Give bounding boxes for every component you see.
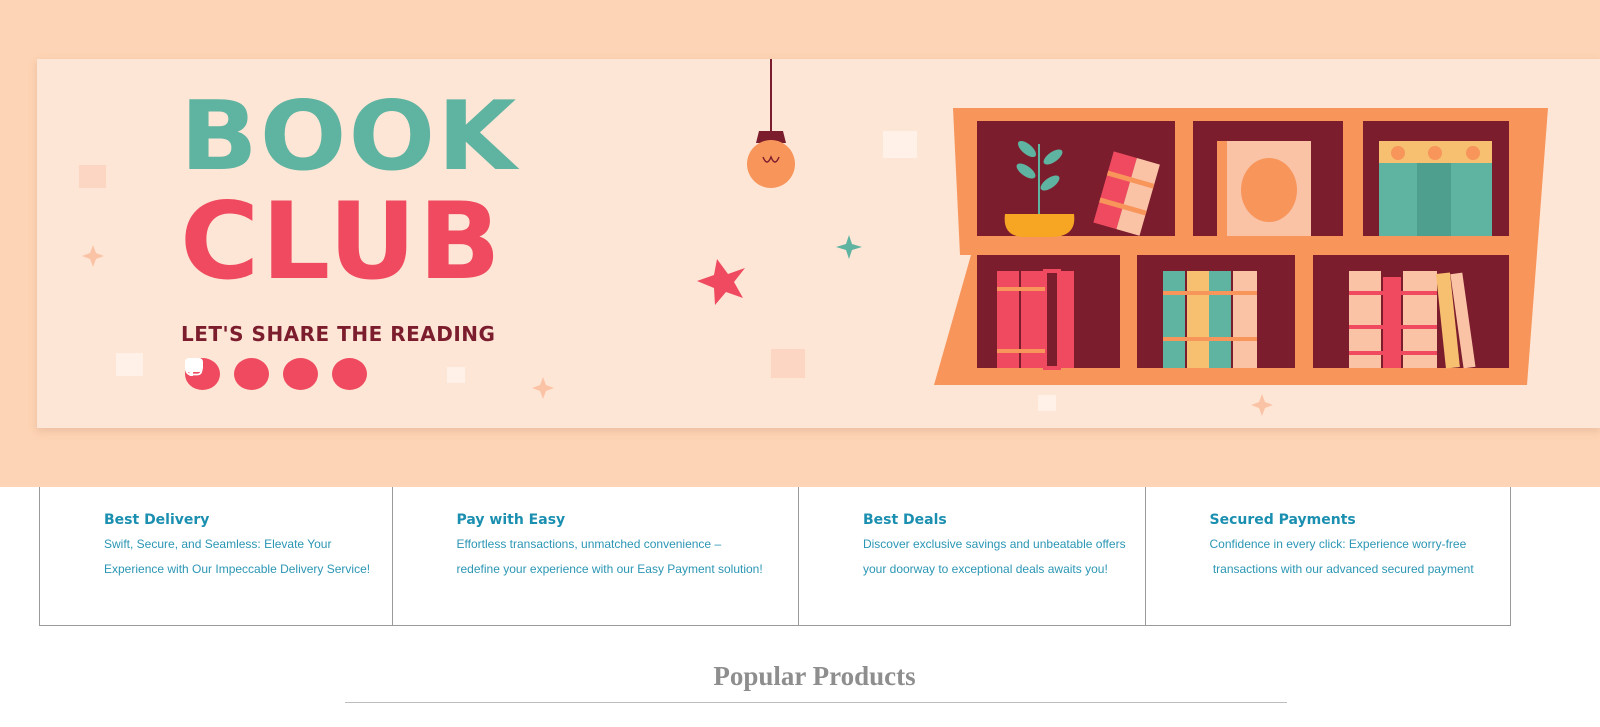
facebook-icon[interactable] — [186, 358, 269, 390]
feature-pay-with-easy: Pay with Easy Effortless transactions, u… — [393, 487, 799, 625]
lightbulb-icon — [747, 140, 795, 188]
plant-pot — [1004, 214, 1075, 237]
hero-section: BOOK CLUB LET'S SHARE THE READING — [0, 0, 1600, 487]
sparkle-icon — [1251, 394, 1273, 416]
deco-square — [1038, 395, 1056, 411]
deco-square — [447, 367, 465, 383]
deco-square — [116, 353, 143, 376]
feature-description: Discover exclusive savings and unbeatabl… — [862, 537, 1126, 576]
instagram-icon[interactable] — [185, 358, 318, 390]
feature-best-delivery: Best Delivery Swift, Secure, and Seamles… — [40, 487, 393, 625]
feature-title: Pay with Easy — [456, 512, 566, 528]
star-icon — [697, 259, 745, 305]
social-links — [185, 358, 367, 390]
feature-description: Swift, Secure, and Seamless: Elevate You… — [104, 537, 371, 576]
feature-description: Effortless transactions, unmatched conve… — [456, 537, 763, 576]
feature-title: Best Deals — [862, 512, 947, 528]
features-strip: Best Delivery Swift, Secure, and Seamles… — [39, 487, 1511, 626]
feature-best-deals: Best Deals Discover exclusive savings an… — [799, 487, 1146, 625]
book-club-banner: BOOK CLUB LET'S SHARE THE READING — [37, 59, 1600, 428]
deco-square — [883, 131, 917, 158]
sparkle-icon — [532, 377, 554, 399]
deco-square — [771, 349, 805, 378]
logo-book: BOOK — [180, 80, 519, 192]
logo-club: CLUB — [180, 179, 503, 304]
feature-title: Secured Payments — [1209, 512, 1356, 528]
deco-square — [79, 165, 106, 188]
feature-secured-payments: Secured Payments Confidence in every cli… — [1146, 487, 1511, 625]
sparkle-icon — [836, 235, 862, 259]
section-title: Popular Products — [713, 661, 916, 691]
twitter-icon[interactable] — [185, 358, 367, 390]
sparkle-icon — [82, 245, 104, 267]
section-divider — [345, 702, 1287, 703]
feature-title: Best Delivery — [104, 512, 210, 528]
banner-tagline: LET'S SHARE THE READING — [181, 322, 496, 346]
feature-description: Confidence in every click: Experience wo… — [1209, 537, 1474, 576]
